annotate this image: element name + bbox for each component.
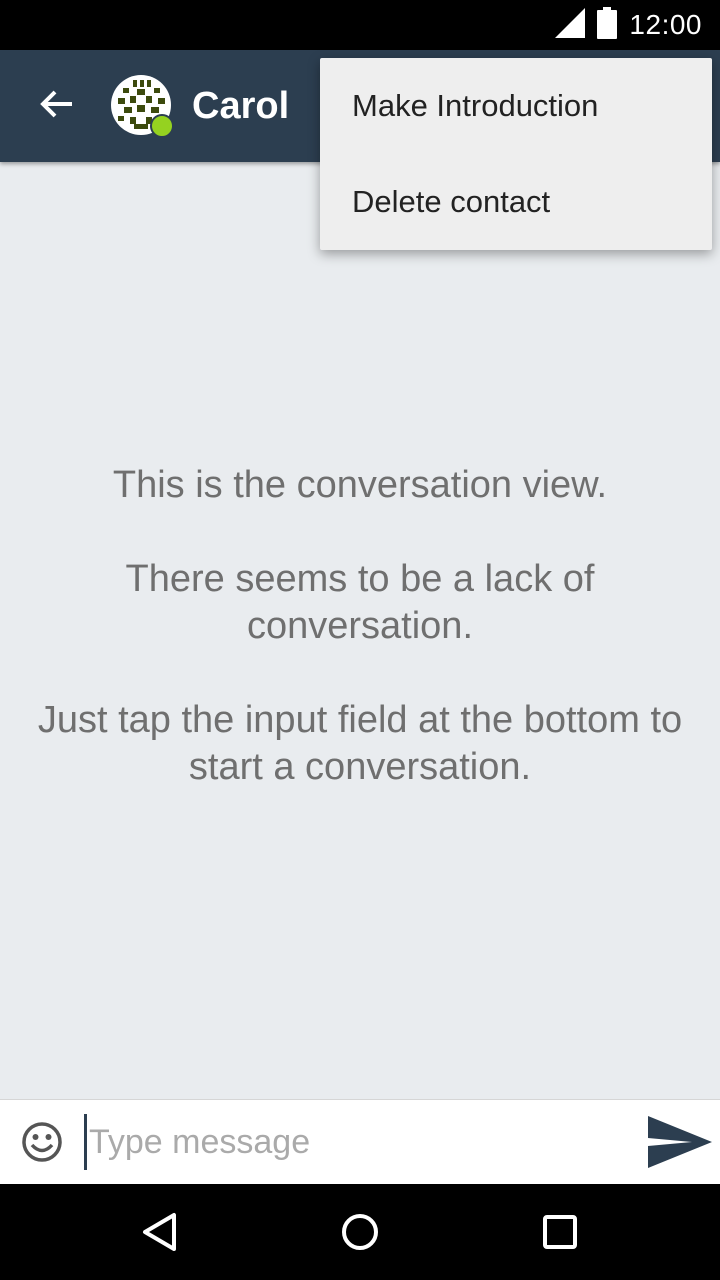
home-circle-icon	[336, 1214, 384, 1260]
status-bar: 12:00	[0, 0, 720, 50]
nav-back-button[interactable]	[136, 1208, 184, 1256]
emoji-button[interactable]	[20, 1120, 64, 1164]
overflow-menu: Make Introduction Delete contact	[320, 58, 712, 250]
arrow-left-icon	[38, 88, 74, 125]
system-navigation-bar	[0, 1184, 720, 1280]
menu-item-make-introduction[interactable]: Make Introduction	[320, 58, 712, 154]
message-input[interactable]	[84, 1114, 629, 1170]
back-button[interactable]	[28, 82, 84, 130]
signal-icon	[555, 7, 586, 43]
contact-name[interactable]: Carol	[192, 78, 289, 134]
smiley-icon	[20, 1122, 64, 1168]
back-triangle-icon	[136, 1213, 184, 1260]
status-time: 12:00	[629, 9, 702, 40]
nav-recents-button[interactable]	[536, 1208, 584, 1256]
send-button[interactable]	[644, 1112, 714, 1172]
message-composer	[0, 1099, 720, 1184]
conversation-view: This is the conversation view. There see…	[0, 162, 720, 1099]
online-status-dot	[150, 114, 174, 138]
empty-state-line: This is the conversation view.	[112, 464, 608, 506]
empty-state-line: Just tap the input field at the bottom t…	[37, 699, 683, 788]
recents-square-icon	[536, 1215, 584, 1260]
status-icons: 12:00	[555, 6, 702, 44]
menu-item-delete-contact[interactable]: Delete contact	[320, 154, 712, 250]
nav-home-button[interactable]	[336, 1208, 384, 1256]
send-icon	[644, 1116, 714, 1176]
contact-avatar[interactable]	[110, 74, 174, 138]
empty-state: This is the conversation view. There see…	[0, 462, 720, 838]
empty-state-line: There seems to be a lack of conversation…	[125, 558, 595, 647]
battery-icon	[597, 6, 618, 44]
